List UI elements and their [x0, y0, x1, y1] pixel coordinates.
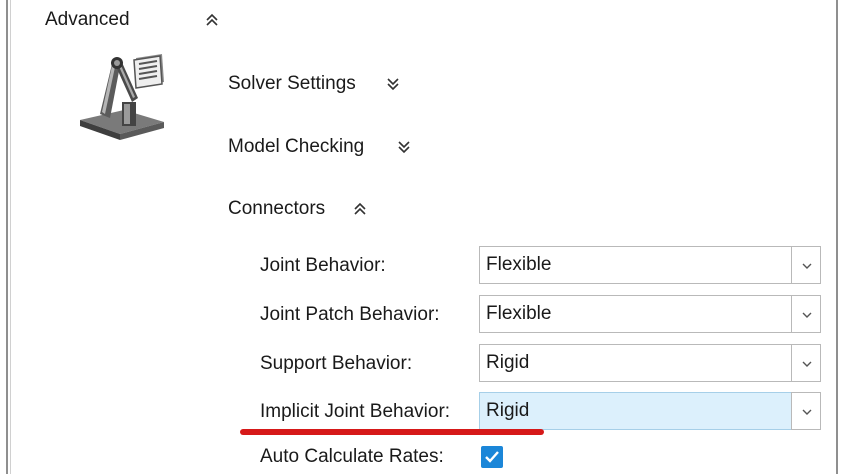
panel-left-border	[6, 0, 8, 474]
auto-calculate-rates-checkbox[interactable]	[481, 446, 503, 468]
chevron-down-icon[interactable]	[397, 140, 411, 154]
implicit-joint-behavior-label: Implicit Joint Behavior:	[260, 401, 451, 422]
support-behavior-value: Rigid	[486, 352, 530, 373]
chevron-up-icon[interactable]	[205, 13, 219, 27]
checkmark-icon	[485, 451, 499, 463]
advanced-header-title[interactable]: Advanced	[45, 8, 130, 32]
implicit-joint-behavior-select[interactable]: Rigid	[479, 392, 792, 430]
implicit-joint-behavior-value: Rigid	[486, 400, 530, 421]
chevron-down-icon[interactable]	[386, 77, 400, 91]
chevron-down-icon	[802, 263, 812, 269]
chevron-down-icon	[802, 409, 812, 415]
auto-calculate-rates-label: Auto Calculate Rates:	[260, 446, 444, 467]
support-behavior-dropdown-button[interactable]	[791, 344, 821, 382]
implicit-joint-behavior-dropdown-button[interactable]	[791, 392, 821, 430]
support-behavior-select[interactable]: Rigid	[479, 344, 792, 382]
panel-right-border	[836, 0, 838, 474]
joint-patch-behavior-dropdown-button[interactable]	[791, 295, 821, 333]
solver-settings-header[interactable]: Solver Settings	[228, 72, 356, 96]
joint-behavior-value: Flexible	[486, 254, 552, 275]
joint-patch-behavior-select[interactable]: Flexible	[479, 295, 792, 333]
chevron-down-icon	[802, 312, 812, 318]
support-behavior-label: Support Behavior:	[260, 353, 413, 374]
chevron-up-icon[interactable]	[353, 202, 367, 216]
joint-patch-behavior-label: Joint Patch Behavior:	[260, 304, 440, 325]
annotation-underline	[240, 429, 544, 435]
joint-behavior-dropdown-button[interactable]	[791, 246, 821, 284]
chevron-down-icon	[802, 361, 812, 367]
model-checking-header[interactable]: Model Checking	[228, 135, 364, 159]
joint-behavior-label: Joint Behavior:	[260, 255, 386, 276]
joint-behavior-select[interactable]: Flexible	[479, 246, 792, 284]
panel-left-inner-border	[10, 0, 11, 474]
connectors-header[interactable]: Connectors	[228, 197, 325, 221]
robot-arm-icon	[72, 52, 172, 142]
joint-patch-behavior-value: Flexible	[486, 303, 552, 324]
